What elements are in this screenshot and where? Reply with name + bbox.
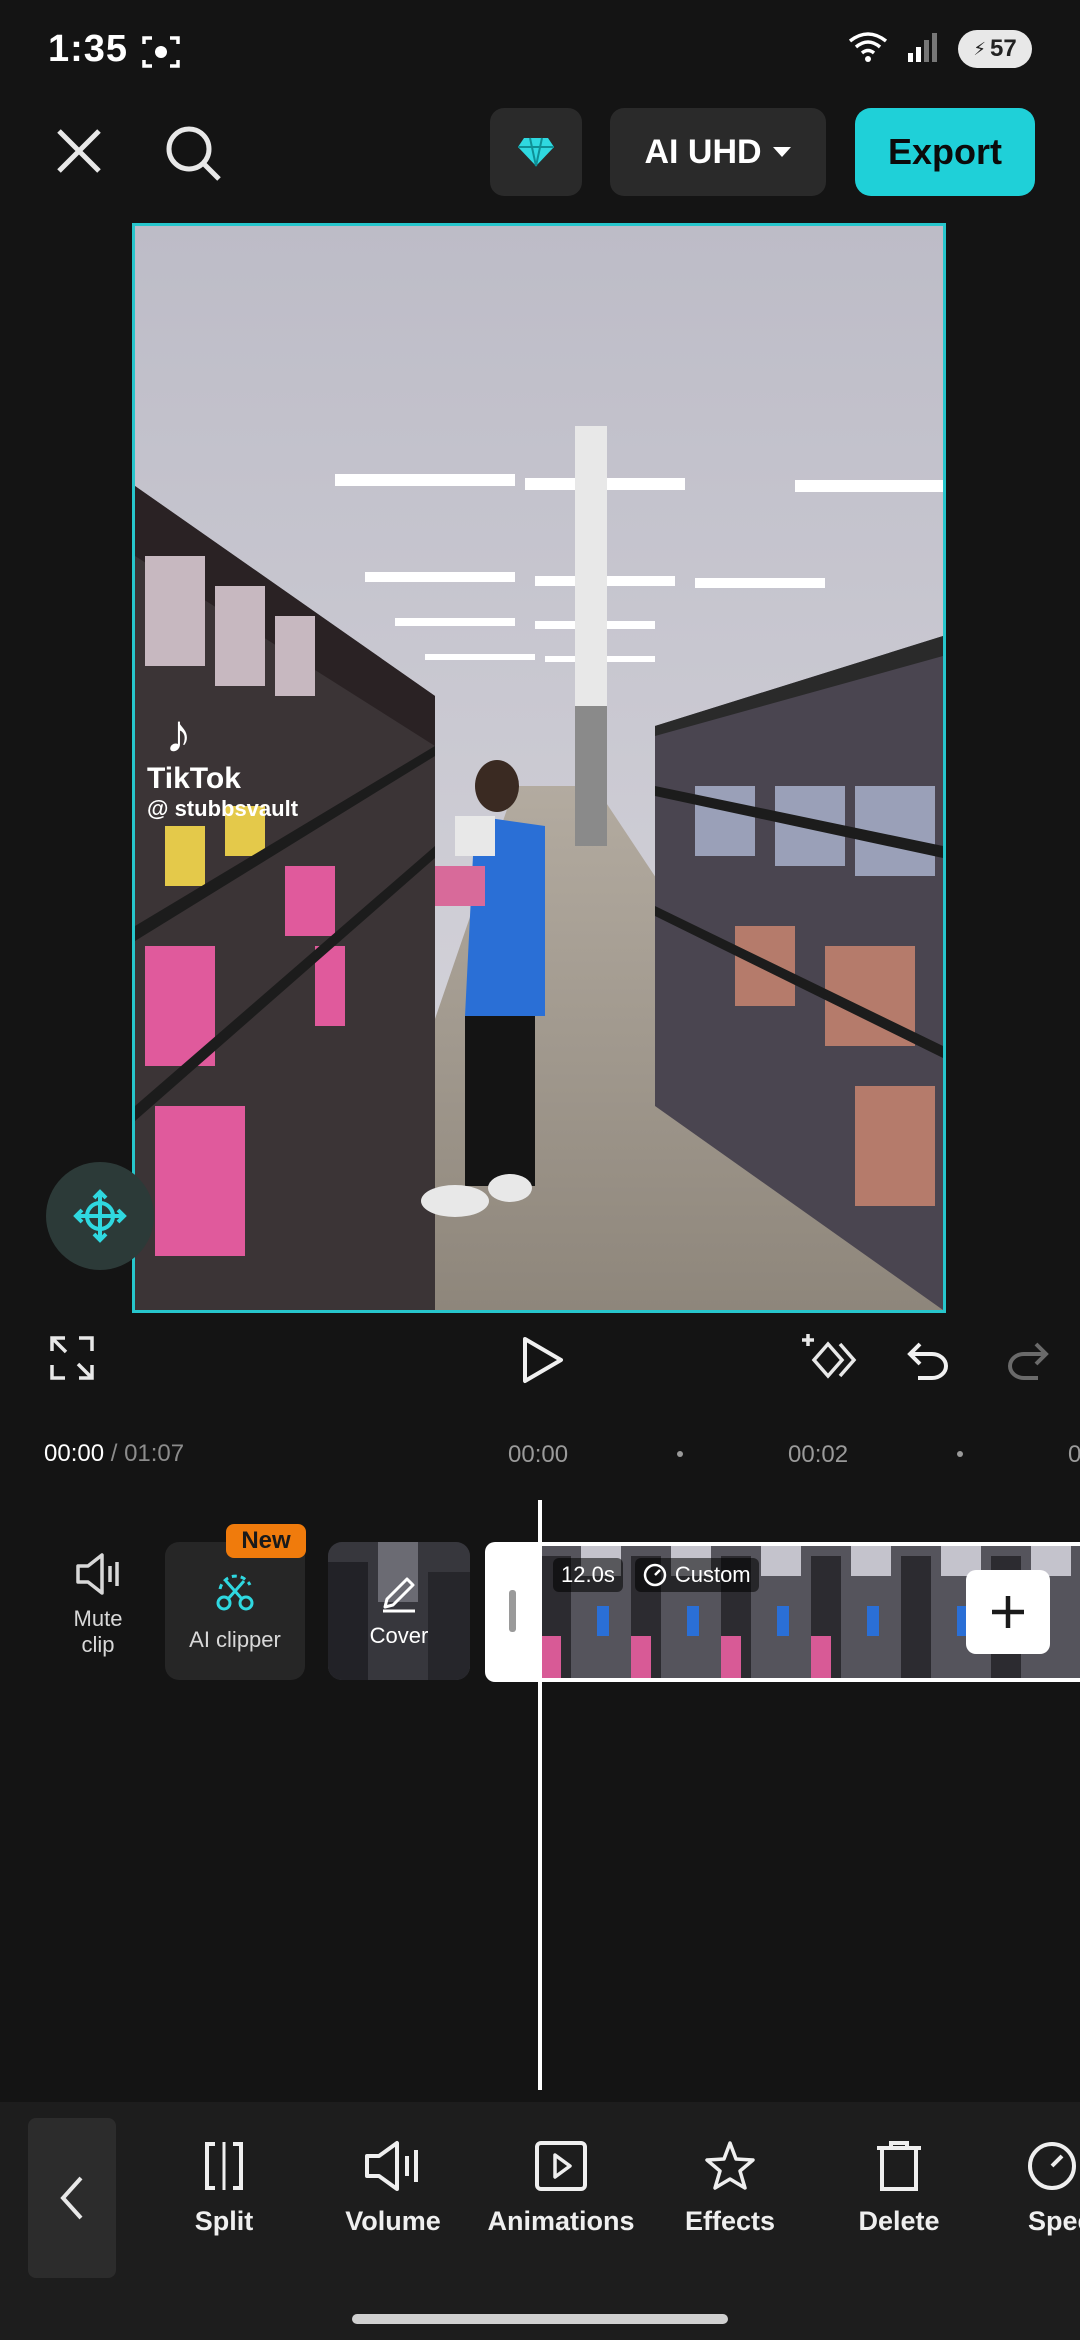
split-button[interactable]: Split [144, 2140, 304, 2237]
charging-icon: ⚡ [973, 38, 986, 59]
ai-clipper-label: AI clipper [189, 1627, 281, 1652]
home-indicator[interactable] [352, 2314, 728, 2324]
cover-button[interactable]: Cover [328, 1542, 470, 1680]
ai-scissors-icon [216, 1574, 254, 1611]
search-icon [166, 126, 221, 181]
timecode-total: / 01:07 [110, 1440, 185, 1467]
effects-button[interactable]: Effects [650, 2140, 810, 2237]
add-clip-button[interactable] [966, 1570, 1050, 1654]
mute-clip-label: clip [81, 1632, 115, 1657]
quality-dropdown[interactable]: AI UHD [610, 108, 826, 196]
redo-icon [1008, 1342, 1049, 1380]
close-icon [57, 129, 101, 173]
speed-button[interactable]: Spee [988, 2140, 1080, 2237]
cover-label: Cover [369, 1623, 429, 1648]
undo-button[interactable] [900, 1330, 956, 1386]
mute-clip-button[interactable]: Mute clip [48, 1552, 148, 1658]
status-icons: ⚡ 57 [848, 30, 1032, 68]
status-time: 1:35 [48, 28, 129, 70]
signal-icon [906, 31, 940, 68]
ruler-tick: 00:00 [508, 1441, 569, 1468]
split-label: Split [194, 2206, 254, 2236]
ruler-dot [957, 1451, 963, 1457]
delete-button[interactable]: Delete [819, 2140, 979, 2237]
keyframe-add-icon [802, 1334, 857, 1379]
split-icon [205, 2142, 243, 2190]
move-rotate-icon [73, 1189, 127, 1243]
delete-label: Delete [858, 2206, 940, 2236]
play-icon [523, 1337, 563, 1383]
speed-icon [1028, 2142, 1076, 2190]
clip-trim-handle[interactable] [485, 1542, 545, 1682]
ai-clipper-button[interactable]: AI clipper [165, 1542, 305, 1680]
video-preview[interactable]: ♪ TikTok @ stubbsvault [132, 223, 946, 1313]
watermark-brand: TikTok [147, 762, 241, 795]
close-button[interactable] [48, 120, 110, 182]
animations-icon [535, 2141, 587, 2191]
plus-icon [992, 1596, 1024, 1628]
chevron-left-icon [60, 2176, 83, 2220]
ruler-tick: 0 [1068, 1441, 1080, 1468]
ruler-dot [677, 1451, 683, 1457]
diamond-icon [518, 137, 554, 167]
timecode: 00:00 / 01:07 [44, 1440, 184, 1468]
speedometer-icon [643, 1563, 667, 1587]
animations-label: Animations [487, 2206, 635, 2236]
trash-icon [877, 2141, 921, 2191]
play-button[interactable] [512, 1330, 572, 1390]
fullscreen-icon [50, 1336, 94, 1380]
fullscreen-button[interactable] [44, 1330, 100, 1386]
search-button[interactable] [160, 120, 226, 186]
volume-icon [365, 2141, 418, 2191]
screen-record-icon [142, 34, 180, 75]
playhead[interactable] [538, 1500, 542, 2090]
transform-button[interactable] [46, 1162, 154, 1270]
speed-label: Spee [1028, 2206, 1080, 2236]
tiktok-logo-icon: ♪ [165, 704, 192, 764]
volume-button[interactable]: Volume [313, 2140, 473, 2237]
pencil-icon [383, 1577, 415, 1613]
mute-clip-label: Mute [73, 1606, 123, 1631]
clip-duration: 12.0s [553, 1558, 623, 1592]
effects-label: Effects [684, 2206, 776, 2236]
back-button[interactable] [28, 2118, 116, 2278]
speaker-icon [76, 1553, 119, 1595]
export-button[interactable]: Export [855, 108, 1035, 196]
volume-label: Volume [345, 2206, 441, 2236]
clip-speed-badge: Custom [634, 1558, 759, 1592]
battery-indicator: ⚡ 57 [958, 30, 1032, 68]
ruler-tick: 00:02 [788, 1441, 849, 1468]
new-badge: New [226, 1524, 306, 1558]
wifi-icon [848, 31, 888, 68]
redo-button[interactable] [1000, 1330, 1056, 1386]
tiktok-watermark: ♪ TikTok @ stubbsvault [147, 706, 298, 822]
animations-button[interactable]: Animations [481, 2140, 641, 2237]
caret-down-icon [772, 147, 791, 157]
timecode-current: 00:00 [44, 1440, 105, 1467]
effects-star-icon [705, 2141, 755, 2190]
quality-label: AI UHD [644, 132, 762, 171]
clip-speed-label: Custom [674, 1562, 751, 1587]
battery-level: 57 [989, 35, 1017, 62]
keyframe-button[interactable] [798, 1328, 860, 1390]
premium-button[interactable] [490, 108, 582, 196]
watermark-user: @ stubbsvault [147, 796, 299, 821]
undo-icon [907, 1342, 948, 1380]
